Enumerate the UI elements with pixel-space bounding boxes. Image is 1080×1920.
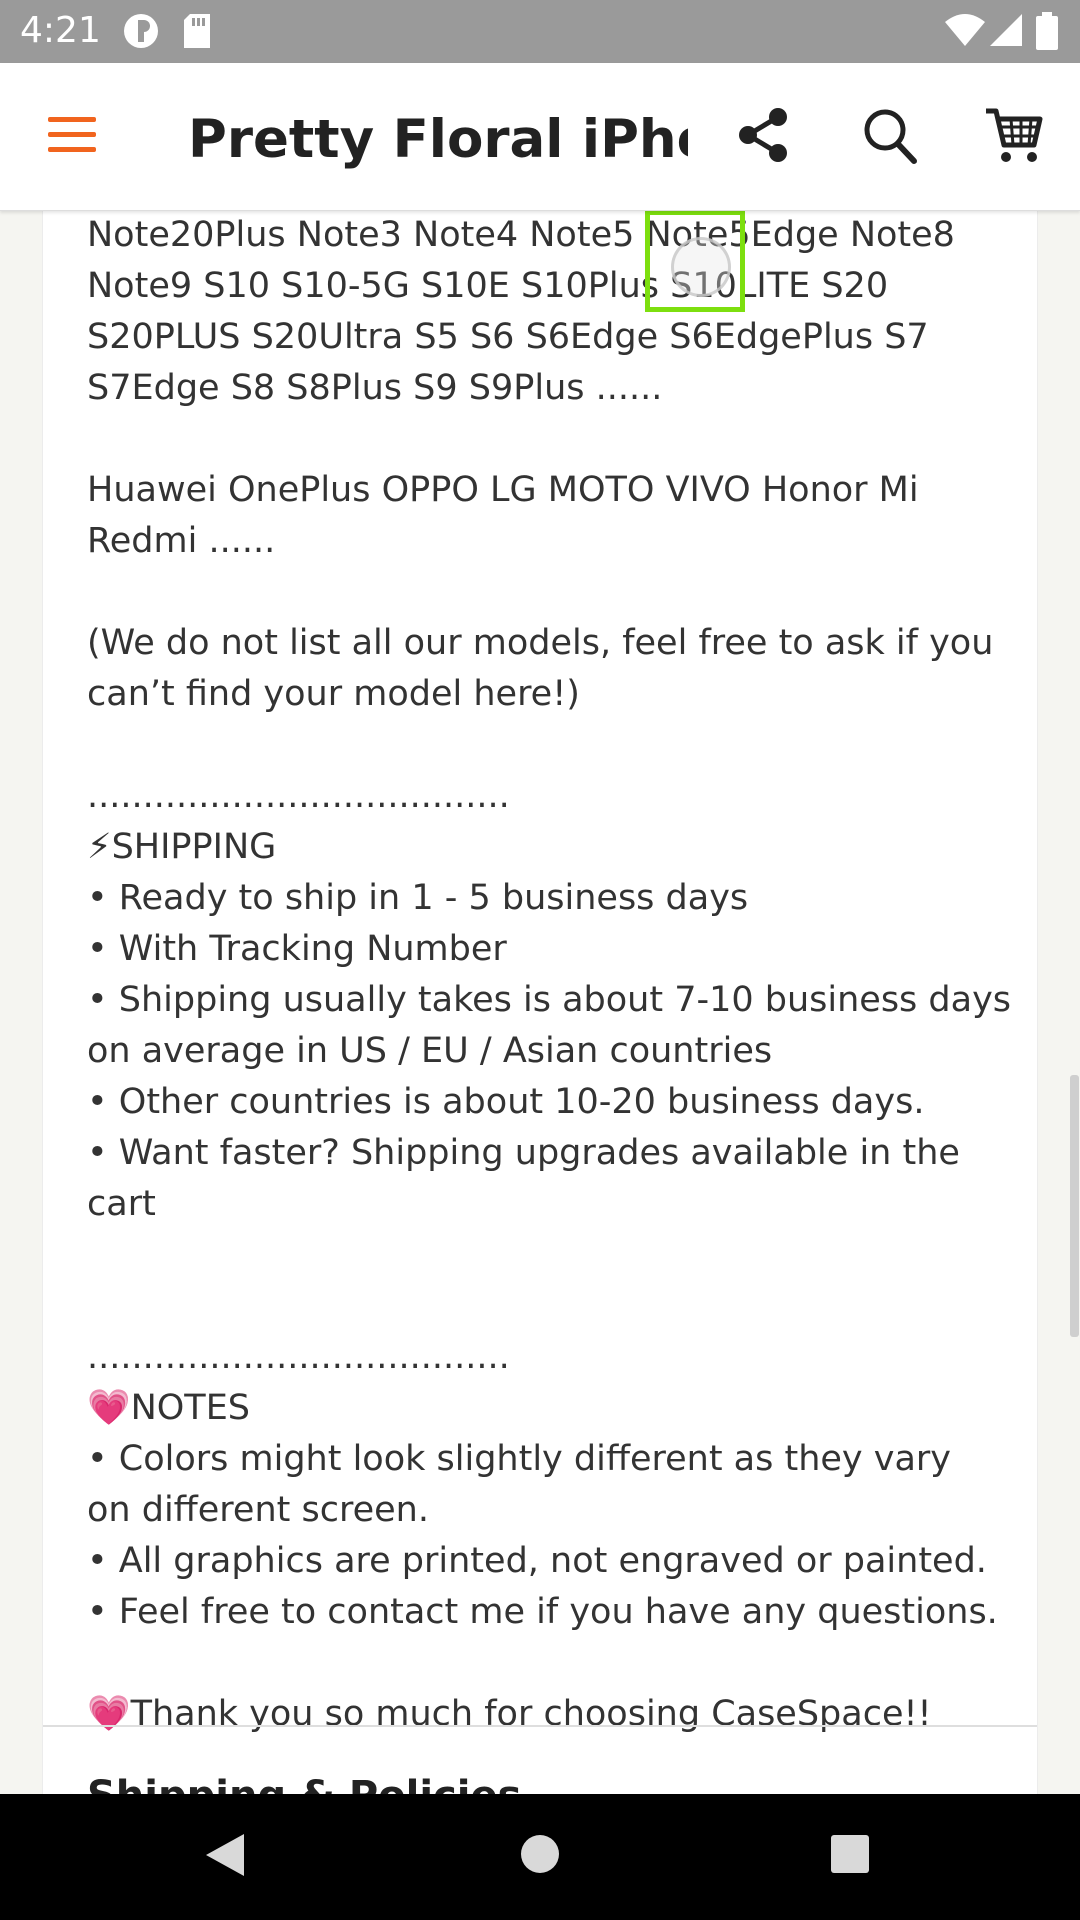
description-line: S20PLUS S20Ultra S5 S6 S6Edge S6EdgePlus… xyxy=(87,317,929,357)
description-line: ...................................... xyxy=(87,776,510,816)
description-line: Note9 S10 S10-5G S10E S10Plus S10LITE S2… xyxy=(87,266,889,306)
listing-content[interactable]: Note20Plus Note3 Note4 Note5 Note5Edge N… xyxy=(0,210,1080,1794)
item-description: Note20Plus Note3 Note4 Note5 Note5Edge N… xyxy=(87,210,1027,1740)
description-line: • Colors might look slightly different a… xyxy=(87,1439,952,1479)
sync-icon xyxy=(122,12,160,54)
touch-point xyxy=(671,237,731,297)
description-blank-line xyxy=(87,1638,1027,1689)
description-blank-line xyxy=(87,720,1027,771)
description-blank-line xyxy=(87,414,1027,465)
description-line: • Feel free to contact me if you have an… xyxy=(87,1592,998,1632)
description-line: Huawei OnePlus OPPO LG MOTO VIVO Honor M… xyxy=(87,470,919,510)
description-line: on average in US / EU / Asian countries xyxy=(87,1031,773,1071)
search-icon[interactable] xyxy=(862,107,918,169)
page-title: Pretty Floral iPho... xyxy=(188,109,688,170)
description-line: Redmi ...... xyxy=(87,521,276,561)
back-triangle-icon[interactable] xyxy=(204,1832,246,1882)
recents-square-icon[interactable] xyxy=(830,1834,870,1878)
description-line: • With Tracking Number xyxy=(87,929,507,969)
description-line: on different screen. xyxy=(87,1490,429,1530)
sd-card-icon xyxy=(182,12,212,54)
description-line: cart xyxy=(87,1184,156,1224)
description-line: (We do not list all our models, feel fre… xyxy=(87,623,994,663)
hamburger-menu-icon[interactable] xyxy=(46,113,98,161)
app-bar: Pretty Floral iPho... xyxy=(0,63,1080,211)
section-divider xyxy=(43,1725,1037,1727)
description-line: 💗NOTES xyxy=(87,1388,251,1428)
description-line: • Want faster? Shipping upgrades availab… xyxy=(87,1133,960,1173)
description-line: S7Edge S8 S8Plus S9 S9Plus ...... xyxy=(87,368,663,408)
signal-icon xyxy=(988,12,1024,52)
description-card: Note20Plus Note3 Note4 Note5 Note5Edge N… xyxy=(42,210,1038,1794)
scrollbar[interactable] xyxy=(1070,1075,1079,1337)
description-line: Note20Plus Note3 Note4 Note5 Note5Edge N… xyxy=(87,215,955,255)
description-line: ...................................... xyxy=(87,1337,510,1377)
description-blank-line xyxy=(87,1281,1027,1332)
description-line: • Ready to ship in 1 - 5 business days xyxy=(87,878,749,918)
description-line: • Other countries is about 10-20 busines… xyxy=(87,1082,925,1122)
shipping-policies-header[interactable]: Shipping & Policies xyxy=(87,1773,521,1794)
description-line: can’t find your model here!) xyxy=(87,674,580,714)
navigation-bar xyxy=(0,1794,1080,1920)
status-bar: 4:21 xyxy=(0,0,1080,63)
description-line: • Shipping usually takes is about 7-10 b… xyxy=(87,980,1012,1020)
status-time: 4:21 xyxy=(20,10,101,51)
description-line: • All graphics are printed, not engraved… xyxy=(87,1541,987,1581)
battery-icon xyxy=(1036,12,1058,54)
home-circle-icon[interactable] xyxy=(520,1834,560,1878)
description-line: ⚡SHIPPING xyxy=(87,827,277,867)
description-line: 💗Thank you so much for choosing CaseSpac… xyxy=(87,1694,932,1734)
description-blank-line xyxy=(87,567,1027,618)
share-icon[interactable] xyxy=(736,107,790,167)
wifi-icon xyxy=(944,12,986,52)
description-blank-line xyxy=(87,1230,1027,1281)
cart-icon[interactable] xyxy=(984,105,1044,169)
